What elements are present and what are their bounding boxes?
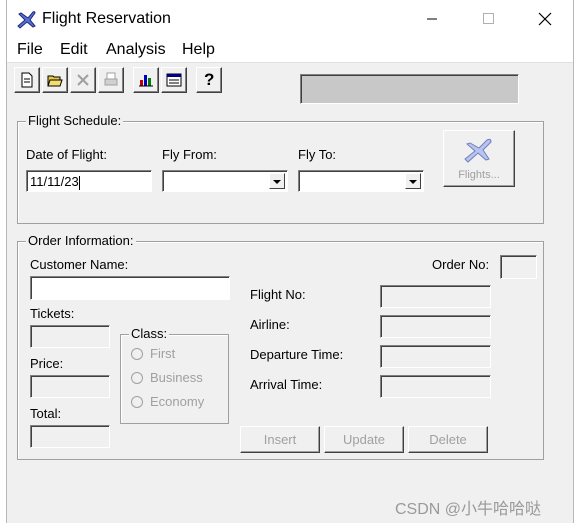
menu-help[interactable]: Help [182, 41, 215, 59]
delete-order-button-bottom[interactable]: Delete [408, 426, 488, 453]
fly-to-label: Fly To: [298, 147, 337, 162]
insert-order-button[interactable]: Insert [240, 426, 320, 453]
update-order-button[interactable]: Update [324, 426, 404, 453]
status-display [300, 74, 519, 104]
customer-name-input[interactable] [30, 276, 230, 300]
class-first-label: First [150, 346, 176, 361]
tickets-input[interactable] [30, 325, 110, 348]
menu-analysis[interactable]: Analysis [106, 41, 166, 59]
arrival-time-field [380, 375, 491, 398]
departure-time-label: Departure Time: [250, 347, 344, 362]
menu-edit[interactable]: Edit [60, 41, 88, 59]
date-of-flight-value: 11/11/23 [30, 174, 79, 189]
flight-no-label: Flight No: [250, 287, 306, 302]
class-economy-label: Economy [150, 394, 205, 409]
airline-label: Airline: [250, 317, 290, 332]
class-group: Class: First Business Economy [120, 326, 229, 424]
maximize-button[interactable] [465, 0, 511, 38]
new-document-icon [21, 72, 33, 88]
date-of-flight-label: Date of Flight: [26, 147, 107, 162]
flight-reservation-window: Flight Reservation File Edit Analysis He… [6, 0, 574, 523]
fly-from-dropdown[interactable] [162, 170, 288, 192]
order-no-field [500, 255, 537, 279]
class-business-label: Business [150, 370, 203, 385]
flight-no-field [380, 285, 491, 308]
help-question-icon: ? [204, 70, 215, 89]
price-field [30, 375, 110, 398]
chevron-down-icon[interactable] [405, 173, 421, 189]
flight-schedule-title: Flight Schedule: [26, 113, 124, 128]
airplane-app-icon [16, 8, 38, 30]
delete-x-icon [77, 74, 89, 86]
fly-to-dropdown[interactable] [298, 170, 424, 192]
airplane-icon [464, 138, 492, 163]
order-information-title: Order Information: [26, 233, 136, 248]
order-no-label: Order No: [432, 257, 490, 272]
departure-time-field [380, 345, 491, 368]
class-business-radio[interactable] [131, 372, 143, 384]
title-bar: Flight Reservation [7, 0, 573, 38]
price-label: Price: [30, 356, 64, 371]
new-order-button[interactable] [14, 67, 40, 93]
print-icon [104, 72, 118, 86]
flights-button-label: Flights... [458, 169, 500, 181]
airline-field [380, 315, 491, 338]
total-field [30, 425, 110, 448]
open-order-button[interactable] [42, 67, 68, 93]
close-button[interactable] [521, 0, 567, 38]
report-button[interactable] [161, 67, 187, 93]
report-window-icon [166, 73, 182, 87]
order-information-group: Order Information: Customer Name: Order … [17, 233, 544, 460]
graph-button[interactable] [133, 67, 159, 93]
menu-file[interactable]: File [17, 41, 43, 59]
total-label: Total: [30, 406, 62, 421]
open-folder-icon [47, 75, 63, 87]
tickets-label: Tickets: [30, 306, 75, 321]
menu-bar: File Edit Analysis Help [7, 38, 573, 63]
class-first-radio[interactable] [131, 348, 143, 360]
print-button[interactable] [98, 67, 124, 93]
flights-button[interactable]: Flights... [443, 130, 515, 187]
minimize-button[interactable] [409, 0, 455, 38]
watermark-text: CSDN @小牛哈哈哒 [395, 501, 542, 518]
customer-name-label: Customer Name: [30, 257, 129, 272]
window-title: Flight Reservation [42, 10, 171, 27]
class-title: Class: [129, 326, 170, 341]
class-economy-radio[interactable] [131, 396, 143, 408]
arrival-time-label: Arrival Time: [250, 377, 323, 392]
fly-from-label: Fly From: [162, 147, 217, 162]
bar-chart-icon [139, 75, 153, 87]
flight-schedule-group: Flight Schedule: Date of Flight: 11/11/2… [17, 113, 544, 224]
chevron-down-icon[interactable] [269, 173, 285, 189]
help-button[interactable]: ? [196, 67, 222, 93]
delete-order-button[interactable] [70, 67, 96, 93]
date-of-flight-input[interactable]: 11/11/23 [26, 170, 152, 192]
